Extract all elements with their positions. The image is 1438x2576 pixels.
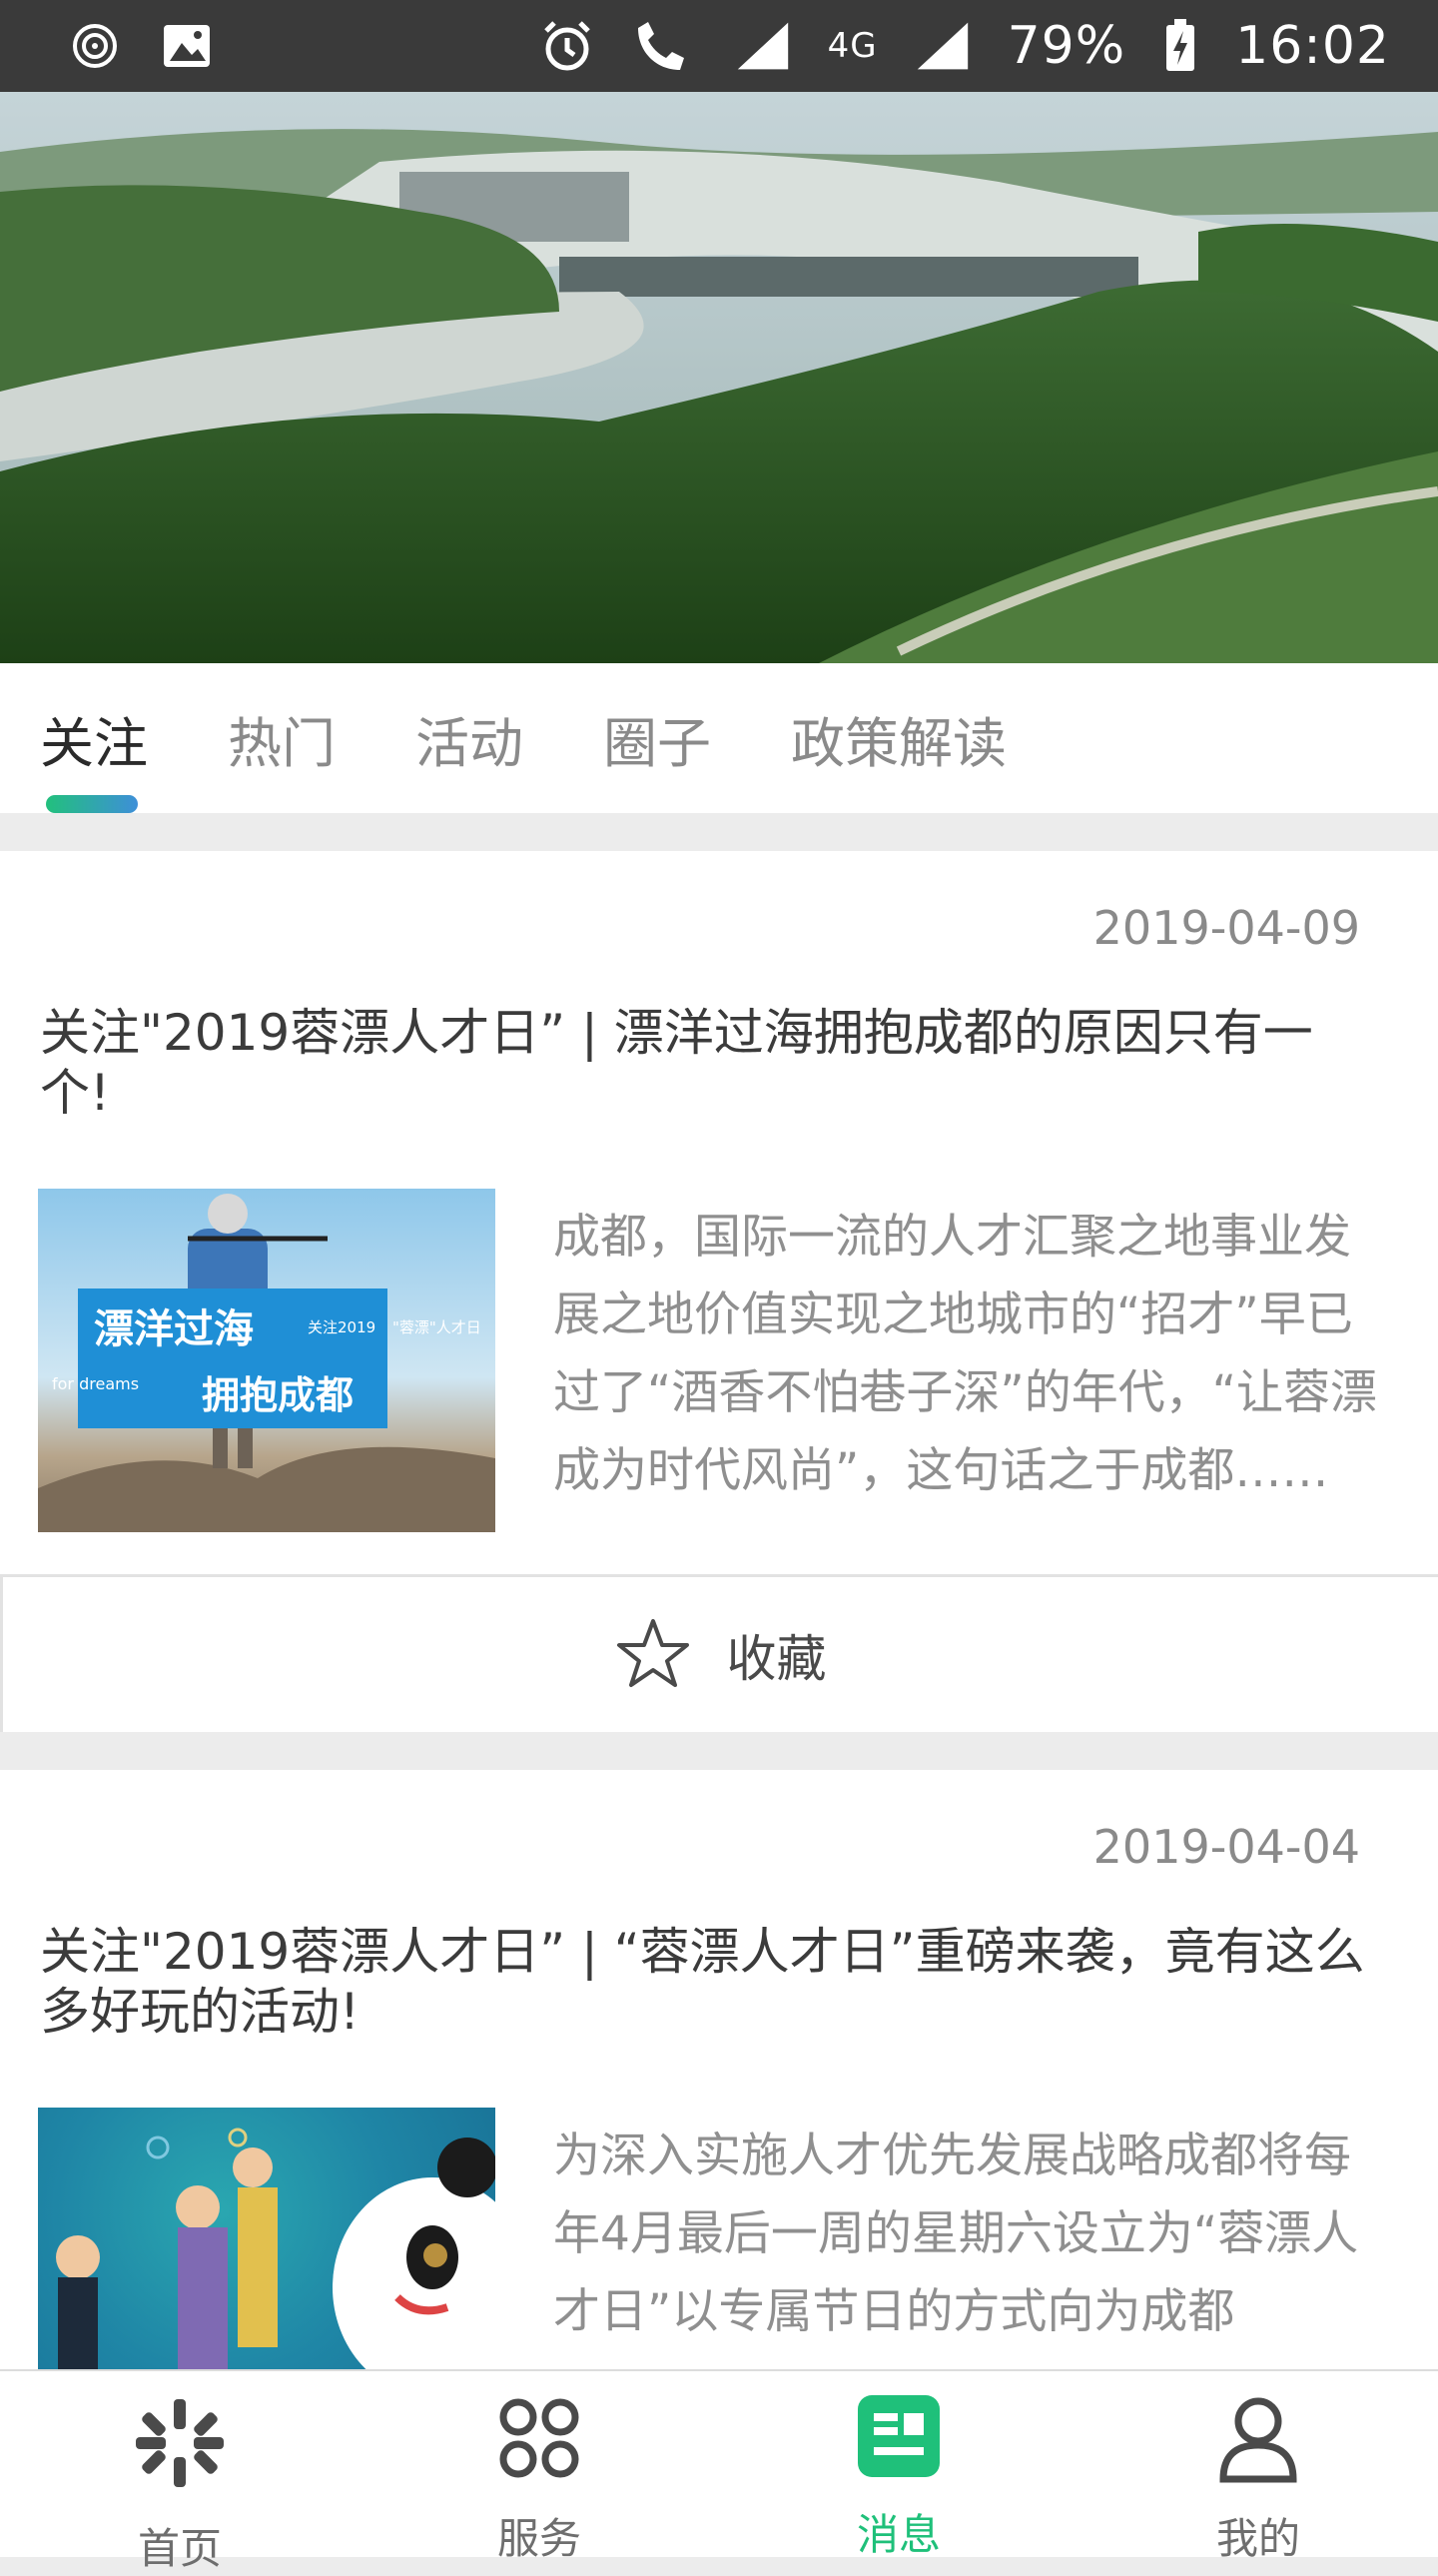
tab-label: 圈子 [603,711,711,775]
nav-label: 消息 [856,2510,941,2559]
tab-label: 关注 [40,711,148,775]
signal-icon [736,19,790,73]
alarm-icon [540,19,594,73]
article-card[interactable]: 2019-04-09 关注"2019蓉漂人才日” | 漂洋过海拥抱成都的原因只有… [0,851,1438,1732]
article-title[interactable]: 关注"2019蓉漂人才日” | 漂洋过海拥抱成都的原因只有一个! [0,963,1438,1123]
profile-icon [1208,2393,1308,2483]
tab-label: 活动 [415,711,523,775]
thumbnail-headline-2: 拥抱成都 [202,1373,355,1417]
bottom-navigation: 首页 服务 消息 我的 [0,2369,1438,2573]
article-card[interactable]: 2019-04-04 关注"2019蓉漂人才日” | “蓉漂人才日”重磅来袭，竟… [0,1770,1438,2451]
tab-follow[interactable]: 关注 [40,663,148,813]
active-tab-indicator [46,795,138,813]
tab-policy[interactable]: 政策解读 [791,663,1007,813]
thumbnail-small-3: for dreams [52,1374,140,1393]
battery-percent: 79% [1007,16,1126,76]
tab-activities[interactable]: 活动 [415,663,523,813]
nav-home[interactable]: 首页 [0,2371,360,2573]
article-title[interactable]: 关注"2019蓉漂人才日” | “蓉漂人才日”重磅来袭，竟有这么多好玩的活动! [0,1882,1438,2042]
collect-label: 收藏 [726,1629,827,1688]
image-notification-icon [160,19,214,73]
thumbnail-small-2: "蓉漂"人才日 [392,1318,481,1336]
nav-profile[interactable]: 我的 [1078,2371,1438,2563]
nav-services[interactable]: 服务 [360,2371,719,2563]
network-type: 4G [827,26,878,66]
status-bar-right: 4G 79% 16:02 [540,16,1390,76]
collect-button[interactable]: 收藏 [0,1574,1438,1732]
article-body: 漂洋过海 拥抱成都 关注2019 "蓉漂"人才日 for dreams 成都，国… [0,1123,1438,1532]
tab-label: 热门 [228,711,336,775]
status-bar-left [68,19,214,73]
status-bar: 4G 79% 16:02 [0,0,1438,92]
article-feed: 2019-04-09 关注"2019蓉漂人才日” | 漂洋过海拥抱成都的原因只有… [0,813,1438,2451]
article-date: 2019-04-04 [1092,1820,1360,1874]
banner-image[interactable] [0,92,1438,663]
nav-messages[interactable]: 消息 [719,2371,1078,2559]
tab-circles[interactable]: 圈子 [603,663,711,813]
tab-hot[interactable]: 热门 [228,663,336,813]
star-icon [615,1617,691,1693]
thumbnail-small-1: 关注2019 [308,1318,376,1336]
clock: 16:02 [1235,16,1390,76]
article-excerpt: 成都，国际一流的人才汇聚之地事业发展之地价值实现之地城市的“招才”早已过了“酒香… [553,1210,1378,1498]
home-logo-icon [130,2393,230,2493]
messages-icon [849,2393,949,2479]
app-notification-icon [68,19,122,73]
battery-icon [1163,19,1197,73]
thumbnail-headline-1: 漂洋过海 [94,1306,254,1352]
nav-label: 首页 [137,2524,222,2573]
category-tabs: 关注 热门 活动 圈子 政策解读 [0,663,1438,813]
services-grid-icon [489,2393,589,2483]
article-date: 2019-04-09 [1092,901,1360,955]
banner-landscape [0,92,1438,663]
tab-label: 政策解读 [791,711,1007,775]
phone-lte-icon [632,19,698,73]
signal-icon-2 [916,19,970,73]
article-thumbnail[interactable]: 漂洋过海 拥抱成都 关注2019 "蓉漂"人才日 for dreams [38,1189,495,1532]
